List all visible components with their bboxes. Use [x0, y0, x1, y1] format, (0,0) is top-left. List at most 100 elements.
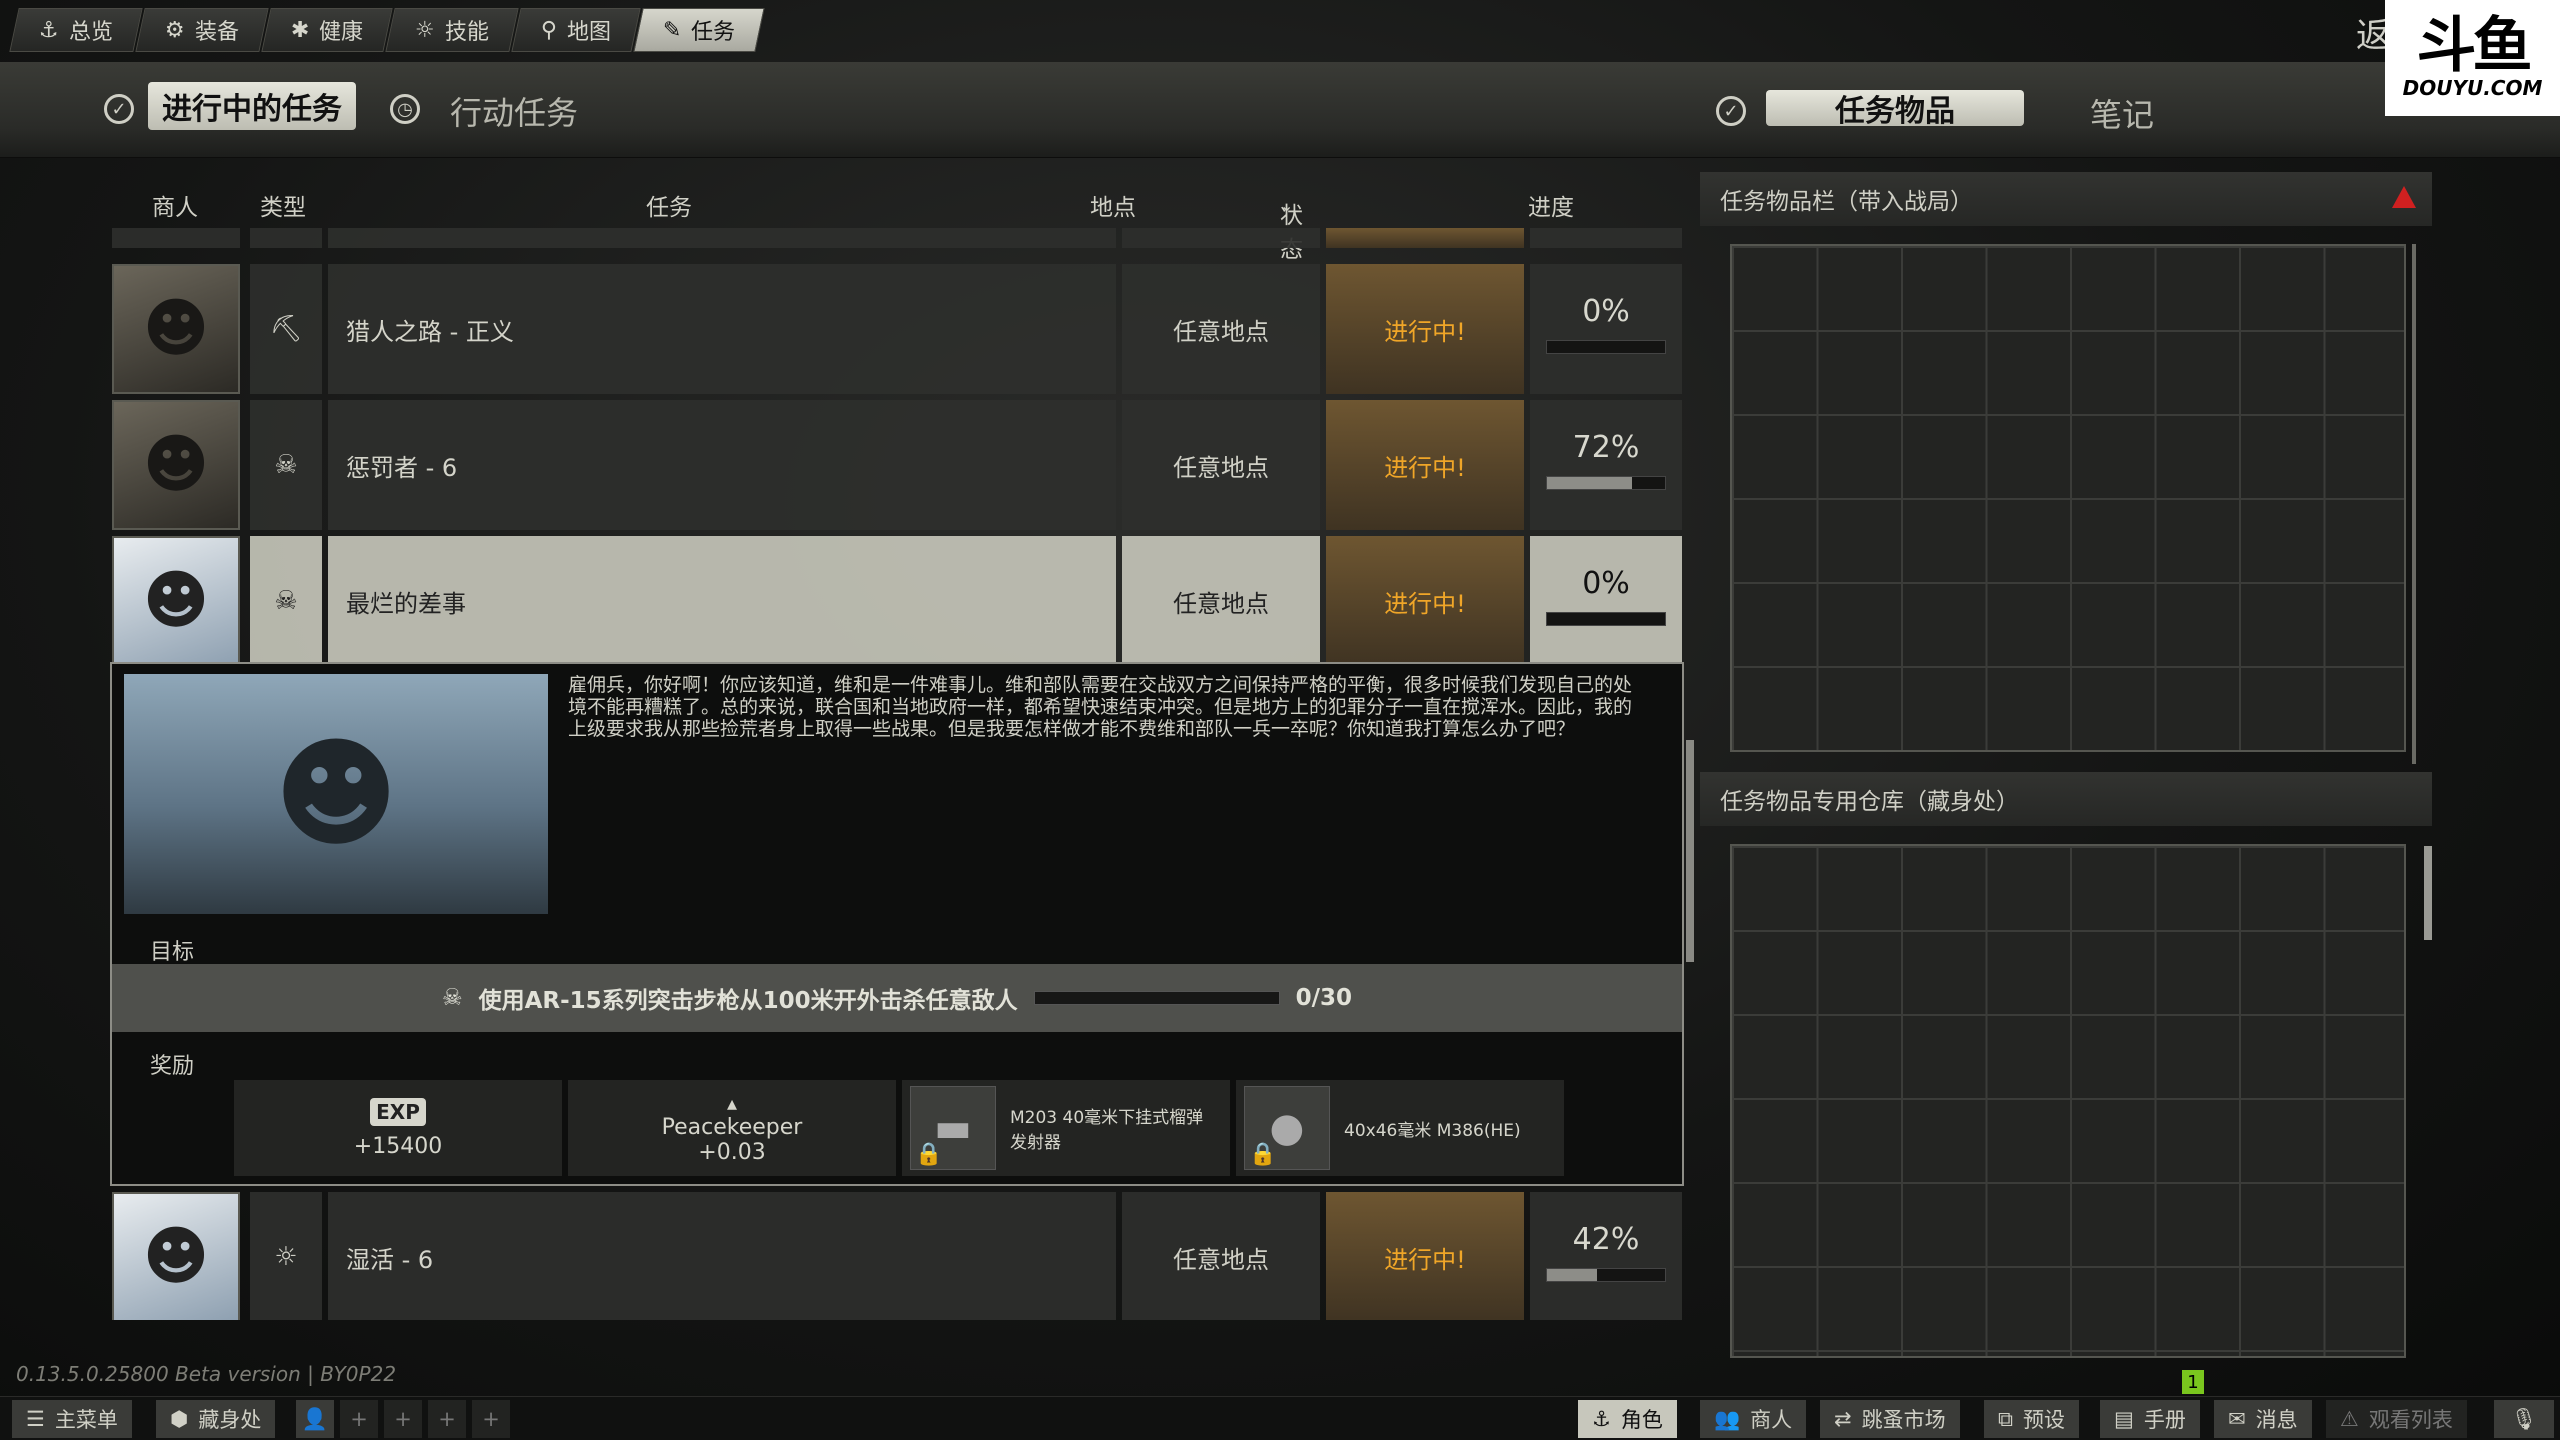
tab-map[interactable]: ⚲ 地图 [511, 8, 641, 52]
watermark-logo: 斗鱼 [2416, 11, 2533, 81]
trader-portrait-peacekeeper: ☻ [112, 1192, 240, 1320]
lock-icon: 🔒 [1249, 1142, 1277, 1167]
sub-header: ✓ 进行中的任务 ◷ 行动任务 ✓ 任务物品 笔记 [0, 62, 2560, 158]
quest-row[interactable]: ☻ ☠ 惩罚者 - 6 任意地点 进行中! 72% [110, 400, 1684, 530]
quest-storage-grid[interactable] [1730, 844, 2406, 1358]
progress-fill [1547, 477, 1632, 489]
quest-row-selected[interactable]: ☻ ☠ 最烂的差事 任意地点 进行中! 0% [110, 536, 1684, 666]
tab-tasks[interactable]: ✎ 任务 [633, 8, 765, 52]
notification-badge: 1 [2182, 1370, 2204, 1394]
tab-overview[interactable]: ⚓ 总览 [9, 8, 143, 52]
map-pin-icon: ⚲ [540, 17, 557, 43]
stash-scrollbar[interactable] [2412, 244, 2416, 764]
reputation-value: +0.03 [698, 1140, 766, 1165]
rewards-label: 奖励 [150, 1054, 195, 1079]
bulb-icon: ☼ [274, 1242, 298, 1272]
progress-bar [1546, 612, 1666, 626]
progress-percent: 72% [1572, 430, 1640, 465]
tab-label: 健康 [318, 20, 363, 45]
messages-button[interactable]: ✉ 消息 [2214, 1400, 2312, 1438]
quest-progress: 72% [1530, 400, 1682, 530]
quest-items-tab[interactable]: 任务物品 [1766, 90, 2024, 129]
quest-name: 惩罚者 - 6 [328, 400, 1116, 530]
bottom-bar: ☰ 主菜单 ⬢ 藏身处 👤 + + + + ⚓ 角色 👥 商人 ⇄ 跳蚤市场 ⧉ 预设 ▤ 手… [0, 1396, 2560, 1440]
col-progress[interactable]: 进度 [1528, 188, 1574, 222]
tab-health[interactable]: ✱ 健康 [260, 8, 393, 52]
notes-tab[interactable]: 笔记 [2090, 90, 2154, 136]
quest-status: 进行中! [1326, 1192, 1524, 1320]
quest-storage-title: 任务物品专用仓库（藏身处） [1720, 789, 2019, 815]
trader-portrait-peacekeeper: ☻ [112, 536, 240, 666]
flea-market-button[interactable]: ⇄ 跳蚤市场 [1820, 1400, 1960, 1438]
character-button[interactable]: ⚓ 角色 [1578, 1400, 1677, 1438]
progress-fill [1547, 1269, 1597, 1281]
quest-description: 雇佣兵，你好啊！你应该知道，维和是一件难事儿。维和部队需要在交战双方之间保持严格… [568, 674, 1633, 740]
objective-count: 0/30 [1295, 985, 1353, 1011]
main-menu-button[interactable]: ☰ 主菜单 [12, 1400, 132, 1438]
quest-illustration: ☻ [124, 674, 548, 914]
add-slot-icon[interactable]: + [384, 1400, 422, 1438]
quest-items-label: 任务物品 [1835, 94, 1955, 129]
handbook-button[interactable]: ▤ 手册 [2100, 1400, 2200, 1438]
version-label: 0.13.5.0.25800 Beta version | BY0P22 [16, 1362, 397, 1386]
book-icon: ▤ [2114, 1407, 2134, 1431]
col-location[interactable]: 地点 [1090, 188, 1136, 222]
progress-percent: 0% [1582, 294, 1630, 329]
reward-item-name: 40x46毫米 M386(HE) [1344, 1120, 1521, 1141]
quest-row[interactable]: ☻ ⛏ 猎人之路 - 正义 任意地点 进行中! 0% [110, 264, 1684, 394]
skills-icon: ☼ [414, 17, 435, 43]
col-task[interactable]: 任务 [646, 188, 692, 222]
profile-icon[interactable]: 👤 [296, 1400, 334, 1438]
quest-name: 湿活 - 6 [328, 1192, 1116, 1320]
add-slot-icon[interactable]: + [472, 1400, 510, 1438]
active-quests-tab[interactable]: 进行中的任务 [148, 82, 356, 130]
hideout-button[interactable]: ⬢ 藏身处 [156, 1400, 276, 1438]
reputation-trader: Peacekeeper [661, 1115, 803, 1140]
button-label: 预设 [2023, 1408, 2065, 1432]
quest-stash-grid[interactable] [1730, 244, 2406, 752]
row-partial [250, 228, 322, 248]
col-type[interactable]: 类型 [260, 188, 306, 222]
reward-exp: EXP +15400 [234, 1080, 562, 1176]
type-cell: ☼ [250, 1192, 322, 1320]
quest-row[interactable]: ☻ ☼ 湿活 - 6 任意地点 进行中! 42% [110, 1192, 1684, 1320]
presets-button[interactable]: ⧉ 预设 [1984, 1400, 2079, 1438]
quest-location: 任意地点 [1122, 536, 1320, 666]
warning-icon [2392, 186, 2416, 208]
button-label: 角色 [1620, 1408, 1663, 1432]
skull-icon: ☠ [274, 450, 298, 480]
tab-gear[interactable]: ⚙ 装备 [135, 8, 269, 52]
watchlist-button[interactable]: ⚠ 观看列表 [2326, 1400, 2467, 1438]
skull-icon: ☠ [274, 586, 298, 616]
skull-icon: ☠ [441, 985, 463, 1011]
reward-item[interactable]: ▬ 🔒 M203 40毫米下挂式榴弹发射器 [902, 1080, 1230, 1176]
trader-portrait-prapor: ☻ [112, 400, 240, 530]
storage-scrollbar[interactable] [2424, 846, 2432, 940]
hideout-icon: ⬢ [170, 1407, 189, 1431]
table-header: 商人 类型 任务 地点 状态 ⌄ 进度 [110, 180, 1684, 263]
quest-progress: 0% [1530, 264, 1682, 394]
tab-skills[interactable]: ☼ 技能 [385, 8, 519, 52]
list-scrollbar[interactable] [1686, 740, 1694, 962]
tab-label: 技能 [444, 20, 489, 45]
mic-settings-icon[interactable]: 🎙 [2494, 1400, 2554, 1438]
top-navigation: ⚓ 总览 ⚙ 装备 ✱ 健康 ☼ 技能 ⚲ 地图 ✎ 任务 [9, 8, 765, 54]
tab-label: 地图 [566, 20, 611, 45]
operation-quests-tab[interactable]: 行动任务 [450, 88, 578, 134]
quest-stash-header: 任务物品栏（带入战局） [1700, 172, 2432, 226]
col-trader[interactable]: 商人 [152, 188, 198, 222]
button-label: 跳蚤市场 [1861, 1408, 1946, 1432]
add-slot-icon[interactable]: + [428, 1400, 466, 1438]
row-partial [1122, 228, 1320, 248]
quest-name: 最烂的差事 [328, 536, 1116, 666]
button-label: 手册 [2143, 1408, 2186, 1432]
exp-value: +15400 [353, 1133, 443, 1159]
traders-icon: 👥 [1714, 1406, 1741, 1431]
add-slot-icon[interactable]: + [340, 1400, 378, 1438]
traders-button[interactable]: 👥 商人 [1700, 1400, 1807, 1438]
reward-item[interactable]: ● 🔒 40x46毫米 M386(HE) [1236, 1080, 1564, 1176]
objective-text: 使用AR-15系列突击步枪从100米开外击杀任意敌人 [478, 988, 1018, 1014]
button-label: 主菜单 [54, 1408, 118, 1432]
douyu-watermark: 斗鱼 DOUYU.COM [2385, 0, 2560, 116]
quest-status: 进行中! [1326, 400, 1524, 530]
